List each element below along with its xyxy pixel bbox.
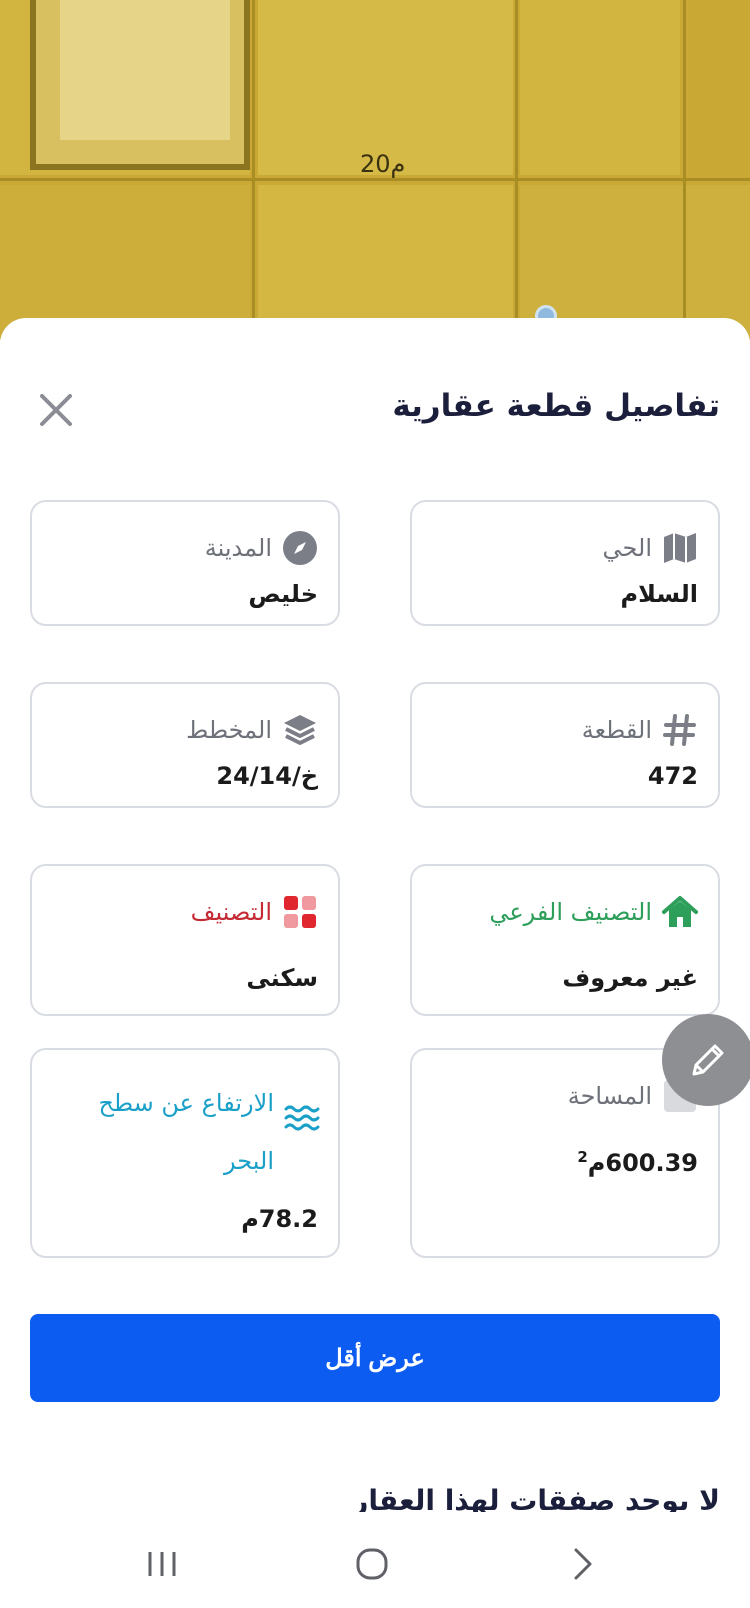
sub-classification-label: التصنيف الفرعي — [489, 898, 652, 926]
district-label: الحي — [602, 534, 652, 562]
map-view[interactable]: 20م — [0, 0, 750, 340]
plot-label: القطعة — [581, 716, 652, 744]
map-dimension-label: 20م — [360, 150, 406, 178]
elevation-value: 78.2م — [241, 1205, 318, 1233]
area-value: 600.39م2 — [577, 1148, 698, 1177]
compass-icon — [282, 530, 318, 566]
recent-apps-button[interactable] — [132, 1542, 192, 1586]
elevation-label: الارتفاع عن سطح البحر — [98, 1089, 274, 1175]
hash-icon — [662, 712, 698, 748]
grid-icon — [282, 894, 318, 930]
home-button[interactable] — [342, 1542, 402, 1586]
area-value-text: 600.39م — [587, 1149, 698, 1177]
edit-button[interactable] — [662, 1014, 750, 1106]
district-value: السلام — [620, 580, 698, 608]
area-unit-superscript: 2 — [577, 1148, 588, 1166]
waves-icon — [284, 1100, 320, 1136]
plot-details-sheet: تفاصيل قطعة عقارية الحي السلام المدينة خ… — [0, 318, 750, 1608]
classification-value: سكنى — [246, 964, 318, 992]
card-plot: القطعة 472 — [410, 682, 720, 808]
city-value: خليص — [248, 580, 318, 608]
layers-icon — [282, 712, 318, 748]
sheet-header: تفاصيل قطعة عقارية — [30, 378, 720, 438]
map-icon — [662, 530, 698, 566]
plan-value: خ/24/14 — [216, 762, 318, 790]
chevron-right-icon — [574, 1548, 592, 1580]
show-less-button[interactable]: عرض أقل — [30, 1314, 720, 1402]
card-elevation: الارتفاع عن سطح البحر 78.2م — [30, 1048, 340, 1258]
card-classification: التصنيف سكنى — [30, 864, 340, 1016]
card-city: المدينة خليص — [30, 500, 340, 626]
back-button[interactable] — [552, 1542, 612, 1586]
card-sub-classification: التصنيف الفرعي غير معروف — [410, 864, 720, 1016]
area-label: المساحة — [567, 1082, 652, 1110]
system-navigation-bar — [0, 1520, 750, 1608]
city-label: المدينة — [204, 534, 272, 562]
pencil-icon — [692, 1044, 724, 1076]
sub-classification-value: غير معروف — [562, 964, 698, 992]
close-icon — [40, 394, 72, 426]
classification-label: التصنيف — [190, 898, 272, 926]
plan-label: المخطط — [186, 716, 272, 744]
recent-apps-icon — [148, 1552, 176, 1576]
sheet-title: تفاصيل قطعة عقارية — [392, 388, 720, 424]
card-district: الحي السلام — [410, 500, 720, 626]
card-plan: المخطط خ/24/14 — [30, 682, 340, 808]
close-button[interactable] — [30, 384, 82, 436]
plot-value: 472 — [647, 762, 698, 790]
no-deals-text: لا يوجد صفقات لهذا العقار — [352, 1484, 720, 1512]
home-circle-icon — [356, 1548, 388, 1580]
home-icon — [662, 894, 698, 930]
